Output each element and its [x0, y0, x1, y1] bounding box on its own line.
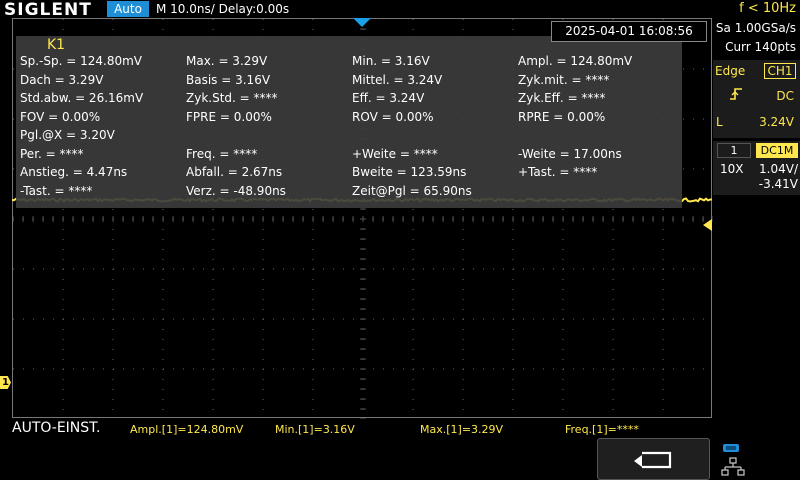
measurement-value: Pgl.@X = 3.20V	[20, 128, 115, 142]
bottom-measure-max: Max.[1]=3.29V	[420, 423, 504, 436]
trigger-position-marker[interactable]	[353, 18, 371, 27]
measurement-value: Zeit@Pgl = 65.90ns	[352, 183, 472, 198]
trigger-level-value: 3.24V	[759, 115, 794, 129]
current-points: Curr 140pts	[725, 40, 796, 54]
back-button[interactable]	[597, 438, 710, 480]
measurement-value: RPRE = 0.00%	[518, 109, 606, 124]
trigger-source: CH1	[764, 63, 796, 79]
measurement-title: K1	[47, 37, 66, 53]
measurement-value: -Weite = 17.00ns	[518, 146, 622, 161]
measurement-value: Bweite = 123.59ns	[352, 165, 467, 179]
measurement-value: -Tast. = ****	[20, 183, 93, 198]
measurement-value: Dach = 3.29V	[20, 72, 104, 87]
probe-attenuation: 10X	[720, 162, 744, 176]
channel-offset: -3.41V	[758, 177, 798, 191]
bottom-measure-min: Min.[1]=3.16V	[275, 423, 355, 436]
measurement-value: FOV = 0.00%	[20, 109, 101, 124]
measurement-value: Min. = 3.16V	[352, 54, 430, 68]
trigger-frequency: f < 10Hz	[739, 1, 796, 16]
volts-per-div: 1.04V/	[759, 162, 798, 176]
measurement-value: FPRE = 0.00%	[186, 109, 272, 124]
measurement-value: Verz. = -48.90ns	[186, 183, 286, 198]
measurement-value: Freq. = ****	[186, 146, 258, 161]
measurement-value: Basis = 3.16V	[186, 72, 271, 87]
sample-rate: Sa 1.00GSa/s	[715, 21, 796, 35]
measurement-value: Zyk.Eff. = ****	[518, 91, 606, 105]
channel1-settings-box[interactable]: 1 DC1M 10X 1.04V/ -3.41V	[713, 141, 800, 195]
network-status	[713, 438, 800, 480]
measurement-value: Mittel. = 3.24V	[352, 72, 443, 87]
measurement-value: ROV = 0.00%	[352, 109, 434, 124]
bottom-measure-ampl: Ampl.[1]=124.80mV	[130, 423, 244, 436]
network-icon	[721, 444, 745, 476]
bottom-measure-freq: Freq.[1]=****	[565, 423, 639, 436]
top-status-bar: SIGLENT Auto M 10.0ns/ Delay:0.00s f < 1…	[0, 0, 800, 20]
channel-number: 1	[717, 143, 751, 158]
timebase-readout[interactable]: M 10.0ns/ Delay:0.00s	[156, 1, 289, 17]
trigger-settings-box[interactable]: Edge CH1 DC L 3.24V	[713, 60, 800, 138]
channel-coupling: DC1M	[756, 143, 798, 158]
trigger-level-label: L	[716, 115, 723, 129]
trigger-coupling: DC	[776, 89, 794, 103]
measurement-value: Eff. = 3.24V	[352, 91, 425, 105]
measurement-value: Per. = ****	[20, 146, 84, 161]
measurement-value: +Tast. = ****	[518, 165, 598, 179]
trigger-level-marker[interactable]	[703, 219, 712, 231]
measurement-value: Sp.-Sp. = 124.80mV	[20, 54, 142, 68]
rising-edge-icon	[729, 87, 743, 105]
measurement-value: Std.abw. = 26.16mV	[20, 91, 144, 105]
channel1-ground-marker[interactable]: 1	[0, 376, 11, 389]
measurement-value: Anstieg. = 4.47ns	[20, 165, 128, 179]
measurement-value: Zyk.mit. = ****	[518, 72, 610, 87]
brand-logo: SIGLENT	[4, 0, 92, 20]
trigger-type: Edge	[715, 64, 746, 78]
measurement-value: Zyk.Std. = ****	[186, 91, 278, 105]
return-arrow-icon	[634, 451, 672, 469]
datetime-display: 2025-04-01 16:08:56	[551, 21, 707, 42]
autoset-label: AUTO-EINST.	[12, 420, 101, 436]
measurement-value: +Weite = ****	[352, 146, 438, 161]
measurement-value: Abfall. = 2.67ns	[186, 165, 283, 179]
run-mode-badge[interactable]: Auto	[107, 1, 149, 17]
measurement-value: Max. = 3.29V	[186, 54, 268, 68]
measurement-panel: K1 Sp.-Sp. = 124.80mV Max. = 3.29V Min. = …	[16, 36, 682, 208]
measurement-value: Ampl. = 124.80mV	[518, 54, 633, 68]
